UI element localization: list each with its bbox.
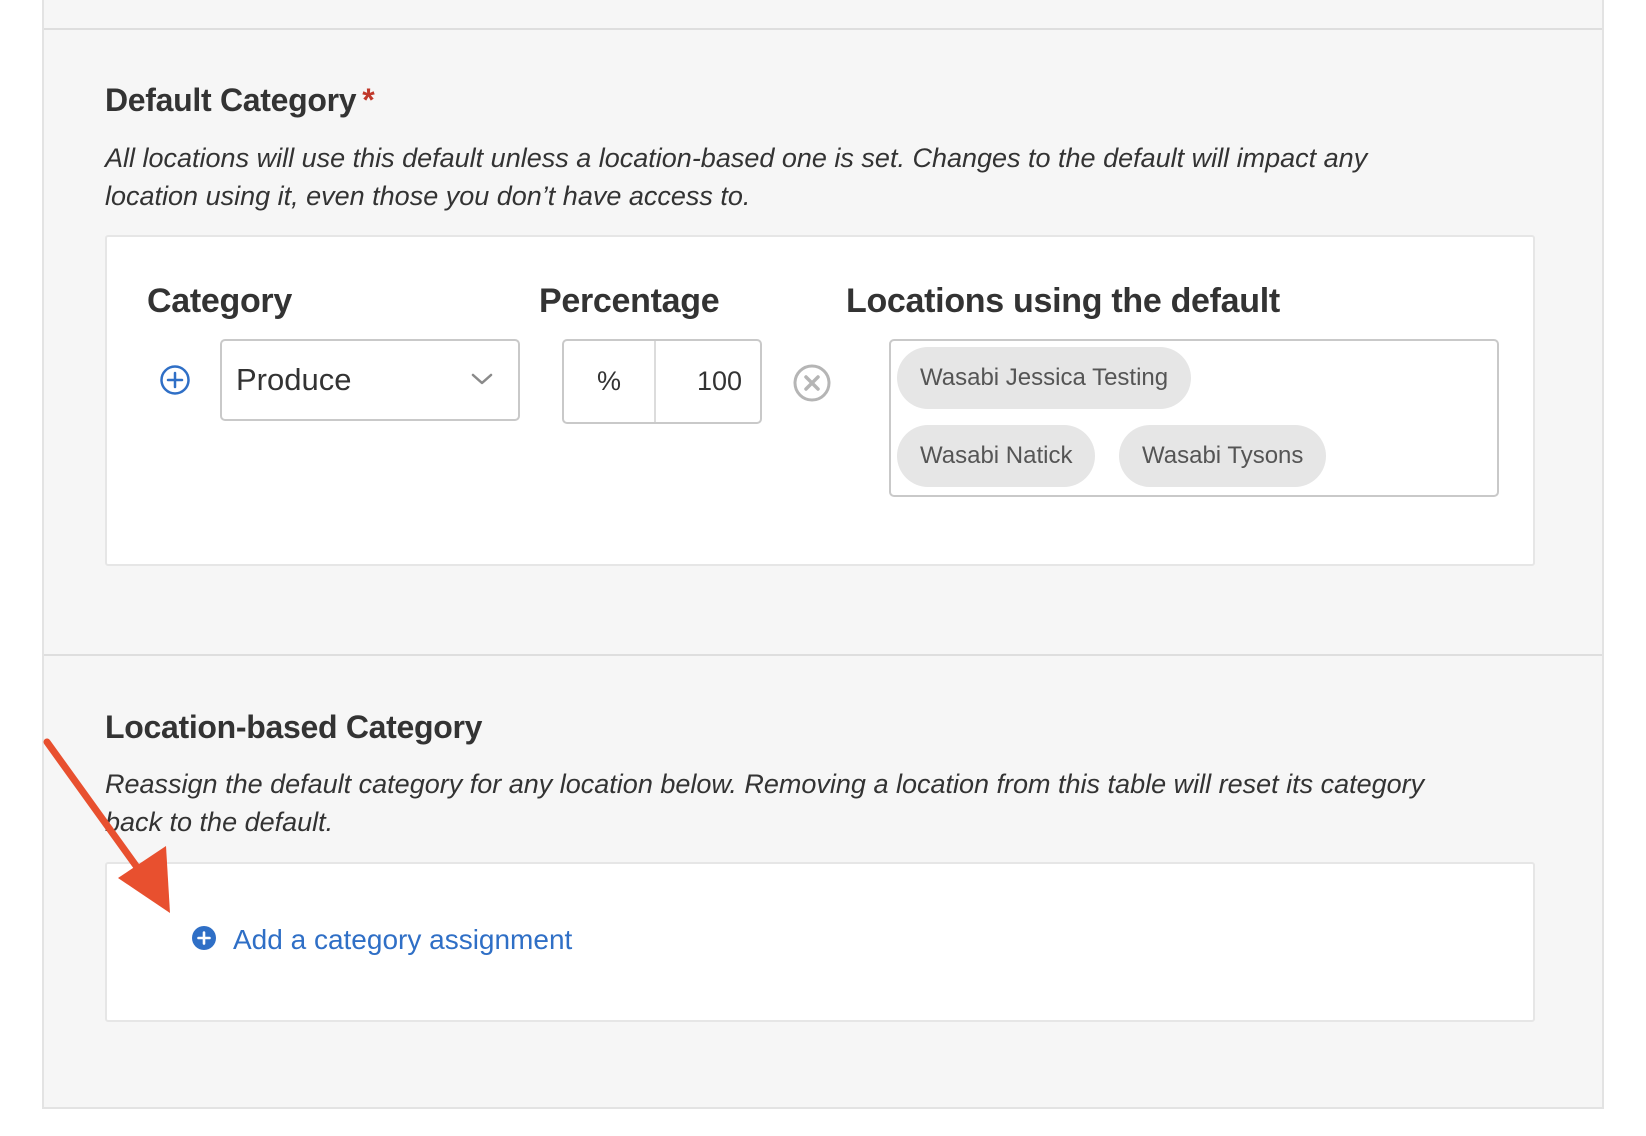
locations-column-header: Locations using the default (846, 282, 1280, 320)
add-category-assignment-label: Add a category assignment (233, 924, 573, 955)
percent-symbol: % (564, 341, 656, 422)
remove-circle-icon[interactable] (792, 363, 832, 403)
category-select[interactable]: Produce (220, 339, 520, 421)
default-category-description-line2: location using it, even those you don’t … (105, 181, 751, 211)
location-tag: Wasabi Jessica Testing (897, 347, 1192, 409)
location-tag: Wasabi Natick (897, 425, 1096, 487)
page: Default Category * All locations will use… (0, 0, 1646, 1136)
location-category-description-line2: back to the default. (105, 807, 334, 837)
default-category-card: Category Percentage Locations using the … (105, 235, 1535, 566)
annotation-arrow-icon (43, 738, 170, 913)
default-category-description: All locations will use this default unle… (105, 139, 1367, 215)
add-category-assignment-link[interactable]: Add a category assignment (191, 924, 572, 956)
location-category-card: Add a category assignment (105, 862, 1535, 1022)
category-column-header: Category (147, 282, 292, 320)
category-select-value: Produce (236, 362, 352, 397)
top-divider (44, 28, 1602, 30)
settings-panel: Default Category * All locations will use… (42, 0, 1604, 1109)
percent-value[interactable]: 100 (656, 341, 760, 422)
default-category-description-line1: All locations will use this default unle… (105, 143, 1368, 173)
chevron-down-icon (470, 371, 494, 392)
location-category-description-line1: Reassign the default category for any lo… (105, 769, 1425, 799)
default-category-title: Default Category * (105, 82, 375, 119)
location-category-description: Reassign the default category for any lo… (105, 765, 1424, 841)
add-filled-circle-icon (191, 925, 217, 956)
section-divider (44, 654, 1602, 656)
location-tag: Wasabi Tysons (1119, 425, 1327, 487)
percentage-input[interactable]: % 100 (562, 339, 762, 424)
required-marker: * (362, 82, 375, 118)
default-category-title-text: Default Category (105, 82, 357, 118)
percentage-column-header: Percentage (539, 282, 720, 320)
add-circle-icon[interactable] (159, 364, 191, 396)
locations-tag-field[interactable]: Wasabi Jessica Testing Wasabi Natick Was… (889, 339, 1499, 497)
